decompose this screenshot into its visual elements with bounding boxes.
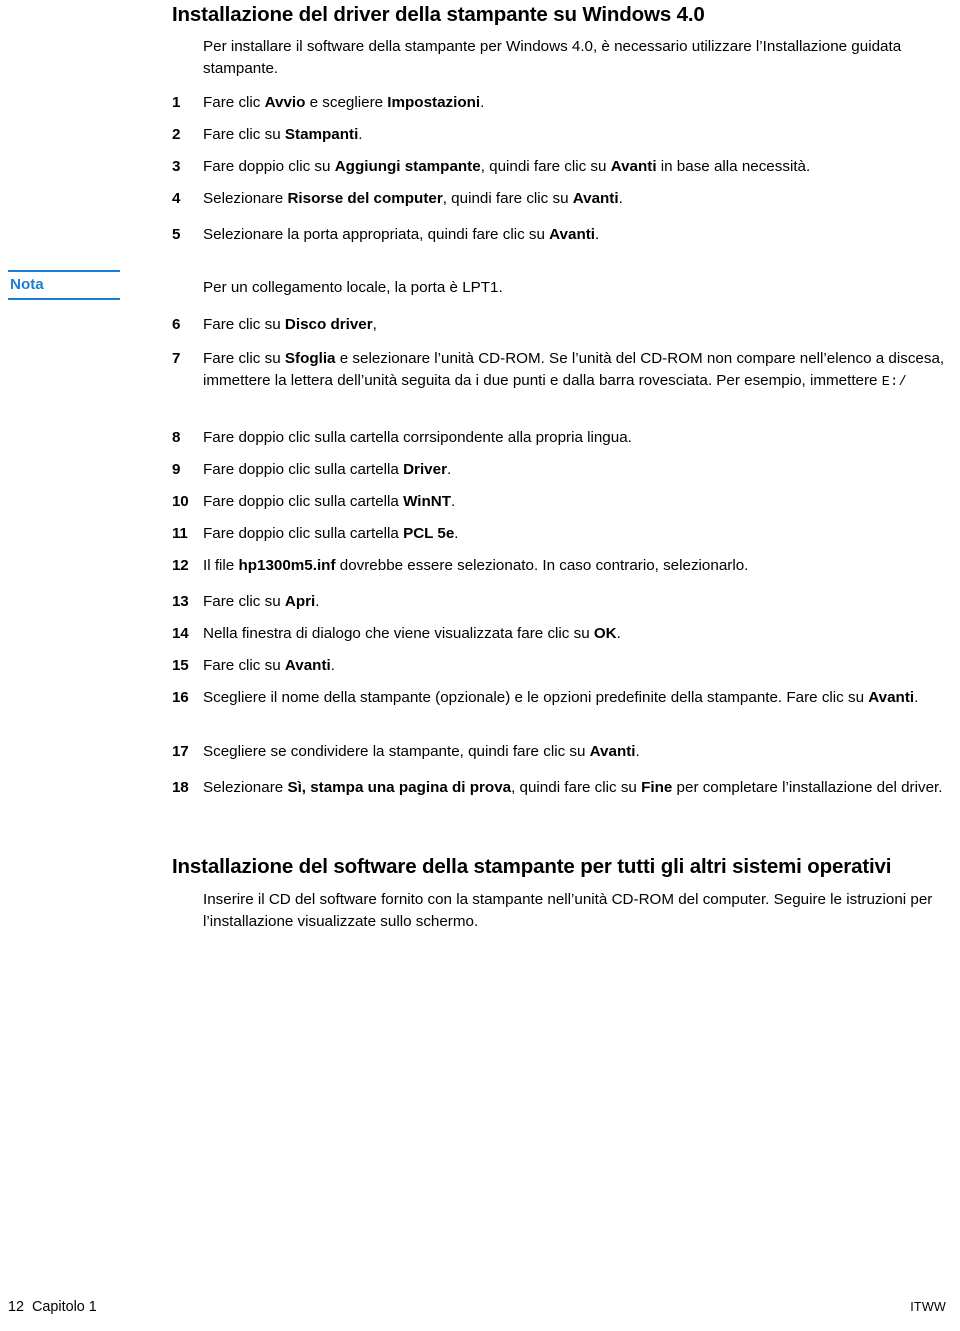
step-number: 11 <box>172 525 188 542</box>
step-item: 2 Fare clic su Stampanti. <box>172 124 950 146</box>
step-item: 13 Fare clic su Apri. <box>172 591 950 613</box>
step-item: 3 Fare doppio clic su Aggiungi stampante… <box>172 156 950 178</box>
step-number: 5 <box>172 226 181 243</box>
step-text: Fare clic su Avanti. <box>203 657 335 674</box>
step-number: 9 <box>172 461 181 478</box>
step-text: Selezionare la porta appropriata, quindi… <box>203 226 600 243</box>
step-text: Fare clic su Stampanti. <box>203 126 363 143</box>
step-item: 5 Selezionare la porta appropriata, quin… <box>172 224 950 246</box>
step-text: Fare doppio clic su Aggiungi stampante, … <box>203 158 811 175</box>
step-text: Fare clic su Apri. <box>203 593 320 610</box>
step-text: Selezionare Sì, stampa una pagina di pro… <box>203 779 943 796</box>
step-number: 4 <box>172 190 181 207</box>
intro-paragraph: Per installare il software della stampan… <box>203 38 902 77</box>
step-text: Fare clic su Sfoglia e selezionare l’uni… <box>203 350 945 390</box>
step-text: Scegliere se condividere la stampante, q… <box>203 743 640 760</box>
step-text: Fare doppio clic sulla cartella corrsipo… <box>203 429 632 446</box>
step-number: 12 <box>172 557 189 574</box>
step-text: Fare clic Avvio e scegliere Impostazioni… <box>203 94 485 111</box>
step-item: 8 Fare doppio clic sulla cartella corrsi… <box>172 427 950 449</box>
step-item: 7 Fare clic su Sfoglia e selezionare l’u… <box>172 348 950 393</box>
note-text: Per un collegamento locale, la porta è L… <box>203 279 503 296</box>
step-text: Scegliere il nome della stampante (opzio… <box>203 689 919 706</box>
step-item: 18 Selezionare Sì, stampa una pagina di … <box>172 777 950 799</box>
step-text: Fare doppio clic sulla cartella Driver. <box>203 461 452 478</box>
step-number: 16 <box>172 689 189 706</box>
step-item: 17 Scegliere se condividere la stampante… <box>172 741 950 763</box>
step-item: 9 Fare doppio clic sulla cartella Driver… <box>172 459 950 481</box>
step-item: 16 Scegliere il nome della stampante (op… <box>172 687 950 709</box>
section-two-paragraph: Inserire il CD del software fornito con … <box>203 891 933 930</box>
step-item: 14 Nella finestra di dialogo che viene v… <box>172 623 950 645</box>
step-number: 8 <box>172 429 181 446</box>
step-text: Fare doppio clic sulla cartella PCL 5e. <box>203 525 459 542</box>
step-number: 10 <box>172 493 189 510</box>
step-item: 1 Fare clic Avvio e scegliere Impostazio… <box>172 92 950 114</box>
step-number: 3 <box>172 158 181 175</box>
step-number: 14 <box>172 625 189 642</box>
step-text: Selezionare Risorse del computer, quindi… <box>203 190 623 207</box>
step-text: Fare clic su Disco driver, <box>203 316 377 333</box>
step-number: 13 <box>172 593 189 610</box>
footer-brand: ITWW <box>910 1300 946 1314</box>
document-page: Installazione del driver della stampante… <box>0 0 960 1331</box>
step-number: 1 <box>172 94 181 111</box>
step-text: Il file hp1300m5.inf dovrebbe essere sel… <box>203 557 749 574</box>
step-number: 7 <box>172 350 181 367</box>
step-number: 2 <box>172 126 181 143</box>
page-title: Installazione del driver della stampante… <box>172 3 705 26</box>
step-number: 17 <box>172 743 189 760</box>
step-item: 12 Il file hp1300m5.inf dovrebbe essere … <box>172 555 950 577</box>
step-item: 4 Selezionare Risorse del computer, quin… <box>172 188 950 210</box>
section-two-title: Installazione del software della stampan… <box>172 855 892 878</box>
step-item: 6 Fare clic su Disco driver, <box>172 314 950 336</box>
step-item: 10 Fare doppio clic sulla cartella WinNT… <box>172 491 950 513</box>
step-number: 18 <box>172 779 189 796</box>
footer-chapter: 12 Capitolo 1 <box>8 1299 97 1315</box>
step-number: 15 <box>172 657 189 674</box>
step-text: Fare doppio clic sulla cartella WinNT. <box>203 493 456 510</box>
step-number: 6 <box>172 316 181 333</box>
page-footer: 12 Capitolo 1 ITWW <box>0 1297 960 1321</box>
step-item: 15 Fare clic su Avanti. <box>172 655 950 677</box>
step-text: Nella finestra di dialogo che viene visu… <box>203 625 621 642</box>
step-item: 11 Fare doppio clic sulla cartella PCL 5… <box>172 523 950 545</box>
note-label: Nota <box>8 270 120 300</box>
